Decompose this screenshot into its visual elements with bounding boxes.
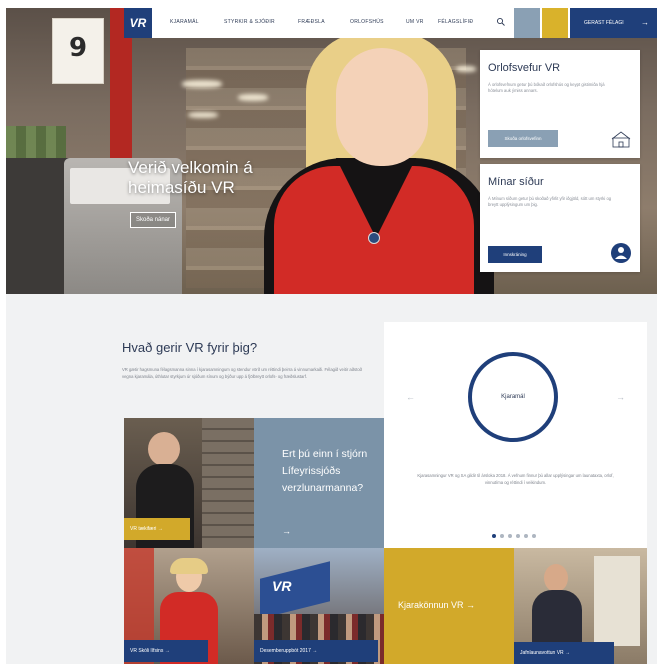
carousel-dot[interactable] (524, 534, 528, 538)
minar-sidur-card: Mínar síður Á Mínum síðum getur þú skoða… (480, 164, 640, 272)
tile-person-hair (170, 558, 208, 574)
tile-shelves (202, 418, 254, 548)
carousel-dot[interactable] (532, 534, 536, 538)
house-icon (611, 131, 631, 148)
carousel-dot[interactable] (516, 534, 520, 538)
nav-item-um-vr[interactable]: UM VR (406, 19, 424, 25)
hero-title: Verið velkomin á heimasíðu VR (128, 158, 253, 197)
user-icon (611, 243, 631, 263)
minar-sidur-text: Á Mínum síðum getur þú skoðað yfirlit yf… (488, 196, 612, 207)
nav-item-styrkir[interactable]: STYRKIR & SJÓÐIR (224, 19, 275, 25)
kjaramal-carousel: ← → Kjaramál Kjarasamningur VR og SA gil… (384, 322, 647, 548)
tile-vr-flag (260, 561, 330, 619)
section-title: Hvað gerir VR fyrir þig? (122, 340, 258, 355)
orlofsvefur-card: Orlofsvefur VR Á orlofsvefnum getur þú b… (480, 50, 640, 158)
nav-item-kjaramal[interactable]: KJARAMÁL (170, 19, 199, 25)
carousel-text: Kjarasamningur VR og SA gildir til árslo… (417, 473, 614, 485)
carousel-dot[interactable] (508, 534, 512, 538)
hero-more-button[interactable]: Skoða nánar (130, 212, 176, 228)
nav-item-felagslif[interactable]: FÉLAGSLÍFIÐ (438, 19, 473, 25)
orlofsvefur-text: Á orlofsvefnum getur þú bókað orlofshús … (488, 82, 605, 93)
kjaramal-ring: Kjaramál (468, 352, 558, 442)
carousel-prev-button[interactable]: ← (406, 392, 415, 402)
arrow-right-icon: → (282, 526, 291, 536)
website-frame: 9 Verið velkomin á heimasíðu VR Skoða ná… (6, 8, 657, 664)
tile-lifeyrissjodur-title: Ert þú einn í stjórn Lífeyrissjóðs verzl… (282, 448, 368, 494)
hero-banner: 9 Verið velkomin á heimasíðu VR Skoða ná… (6, 8, 657, 294)
language-button[interactable] (514, 8, 540, 38)
vr-logo[interactable]: VR (124, 8, 152, 38)
search-icon[interactable] (496, 17, 506, 27)
tile-kjarakonnun-label: Kjarakönnun VR → (398, 600, 476, 610)
tile-skoli-lifsins-label: VR Skóli lífsins → (124, 640, 208, 662)
tile-jafnlaunavottun-label: Jafnlaunavottun VR → (514, 642, 614, 664)
ceiling-light (456, 66, 476, 72)
minar-sidur-title: Mínar síður (488, 176, 544, 188)
hero-vest-badge (368, 232, 380, 244)
tile-desemberuppbot[interactable]: VR Desemberuppbót 2017 → (254, 548, 384, 664)
carousel-dots (492, 534, 542, 540)
orlofsvefur-button[interactable]: Skoða orlofsvefinn (488, 130, 558, 147)
tile-vr-taekifaeri-label: VR tækifæri → (124, 518, 190, 540)
tile-person-head (544, 564, 568, 592)
tile-desemberuppbot-label: Desemberuppbót 2017 → (254, 640, 378, 662)
tile-lifeyrissjodur[interactable]: Ert þú einn í stjórn Lífeyrissjóðs verzl… (254, 418, 384, 548)
ceiling-light (238, 94, 268, 101)
ceiling-light (188, 112, 218, 118)
top-navigation: VR KJARAMÁL STYRKIR & SJÓÐIR FRÆÐSLA ORL… (124, 8, 657, 38)
carousel-dot[interactable] (492, 534, 496, 538)
kjaramal-ring-label: Kjaramál (501, 394, 525, 400)
page: 9 Verið velkomin á heimasíðu VR Skoða ná… (0, 0, 665, 664)
hero-person-face (336, 48, 428, 166)
accessibility-button[interactable] (542, 8, 568, 38)
checkout-number-sign: 9 (52, 18, 104, 84)
tile-kjarakonnun[interactable]: Kjarakönnun VR → (384, 548, 514, 664)
section-text: VR gætir hagsmuna félagsmanna sinna í kj… (122, 367, 362, 379)
arrow-right-icon: → (641, 18, 649, 27)
login-button[interactable]: Innskráning (488, 246, 542, 263)
join-button-label: GERAST FÉLAGI (584, 20, 624, 26)
carousel-next-button[interactable]: → (616, 392, 625, 402)
join-button[interactable]: GERAST FÉLAGI → (570, 8, 657, 38)
carousel-dot[interactable] (500, 534, 504, 538)
nav-item-fraedsla[interactable]: FRÆÐSLA (298, 19, 325, 25)
ceiling-light (182, 80, 222, 88)
tile-person-head (148, 432, 180, 466)
tile-jafnlaunavottun[interactable]: Jafnlaunavottun VR → (514, 548, 647, 664)
nav-item-orlofshus[interactable]: ORLOFSHÚS (350, 19, 384, 25)
orlofsvefur-title: Orlofsvefur VR (488, 62, 561, 74)
tile-vr-flag-logo: VR (272, 578, 292, 594)
tile-skoli-lifsins[interactable]: VR Skóli lífsins → (124, 548, 254, 664)
tile-doorway (594, 556, 640, 646)
tile-vr-taekifaeri[interactable]: VR tækifæri → (124, 418, 254, 548)
checkout-number: 9 (68, 33, 88, 63)
